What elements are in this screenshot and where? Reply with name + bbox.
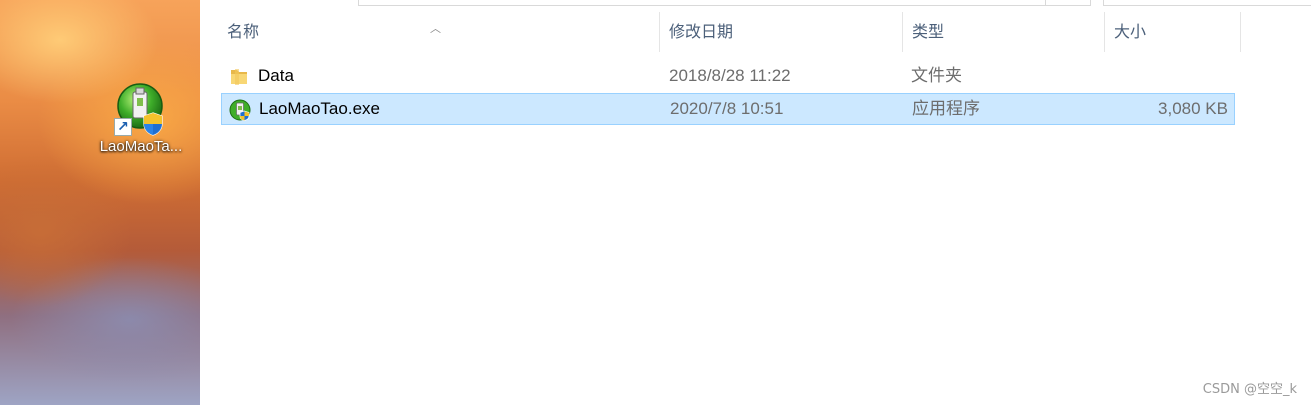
laomaotao-app-icon: ↗ xyxy=(114,82,168,136)
file-row-laomaotao-exe[interactable]: LaoMaoTao.exe 2020/7/8 10:51 应用程序 3,080 … xyxy=(221,93,1235,125)
laomaotao-app-icon xyxy=(229,99,251,121)
file-name: LaoMaoTao.exe xyxy=(259,99,380,118)
shortcut-arrow-icon: ↗ xyxy=(114,118,132,136)
column-divider[interactable] xyxy=(1240,12,1241,52)
folder-icon xyxy=(228,66,250,88)
desktop-shortcut-laomaotao[interactable]: ↗ LaoMaoTa... xyxy=(88,82,194,155)
file-size: 3,080 KB xyxy=(1158,99,1228,118)
file-row-data[interactable]: Data 2018/8/28 11:22 文件夹 xyxy=(221,61,1235,93)
column-divider[interactable] xyxy=(659,12,660,52)
desktop-wallpaper: ↗ LaoMaoTa... xyxy=(0,0,200,405)
file-explorer-pane: ︿ 名称 修改日期 类型 大小 Data 2018/8/28 11:22 文件夹 xyxy=(200,0,1311,405)
file-name: Data xyxy=(258,66,294,85)
file-date-modified: 2018/8/28 11:22 xyxy=(669,66,791,85)
column-header-date[interactable]: 修改日期 xyxy=(669,12,899,52)
uac-shield-icon xyxy=(143,112,163,136)
watermark: CSDN @空空_k xyxy=(1202,382,1297,397)
column-divider[interactable] xyxy=(1104,12,1105,52)
column-header-type[interactable]: 类型 xyxy=(912,12,1102,52)
column-header-name[interactable]: 名称 xyxy=(227,12,657,52)
column-header-size[interactable]: 大小 xyxy=(1114,12,1234,52)
search-box-fragment[interactable] xyxy=(1103,0,1311,6)
column-header-row: ︿ 名称 修改日期 类型 大小 xyxy=(200,12,1311,52)
column-divider[interactable] xyxy=(902,12,903,52)
address-bar-fragment[interactable] xyxy=(358,0,1046,6)
file-type: 文件夹 xyxy=(911,66,962,86)
file-date-modified: 2020/7/8 10:51 xyxy=(670,99,784,118)
refresh-button-fragment[interactable] xyxy=(1045,0,1091,6)
desktop-shortcut-label: LaoMaoTa... xyxy=(99,138,183,155)
file-type: 应用程序 xyxy=(912,99,980,119)
